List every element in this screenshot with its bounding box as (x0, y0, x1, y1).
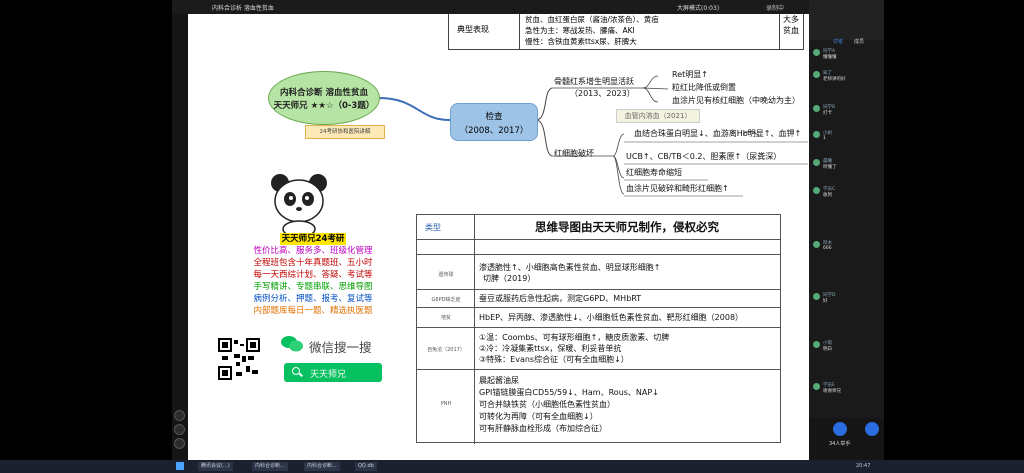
ad-line: 手写精讲、专题串联、思维导图 (253, 282, 373, 292)
tab-discussion[interactable]: 讨论 (833, 38, 843, 45)
row-category: 地贫 (440, 315, 451, 321)
topic-rating: 天天师兄 ★★☆（0-3题） (273, 101, 375, 111)
row-line: HbEP、异丙醇、渗透脆性↓、小细胞低色素性贫血、靶形红细胞（2008） (479, 313, 744, 322)
row-line: 切脾（2019） (483, 274, 536, 283)
ad-line: 全程班包含十年真题班、五小时 (253, 258, 373, 268)
wechat-icon (281, 336, 303, 352)
tab-members[interactable]: 成员 (854, 38, 864, 45)
taskbar-app[interactable]: 腾讯会议(...) (198, 462, 233, 471)
row-line: ①温：Coombs、可有球形细胞↑，糖皮质激素、切脾 (479, 333, 670, 342)
manifestation-line: 急性为主：寒战发热、腰痛、AKI (525, 26, 635, 35)
qr-code-icon (218, 338, 260, 380)
tool-icon[interactable] (174, 410, 185, 421)
wechat-search-text: 微信搜一搜 (309, 340, 372, 355)
row-line: ③特殊：Evans综合征（可有全血细胞↓） (479, 355, 629, 364)
row-line: 晨起酱油尿 (479, 376, 519, 385)
rbc-destroy-item: UCB↑、CB/TB＜0.2、胆素原↑（尿粪深） (626, 152, 782, 161)
record-label: 录制中 (766, 5, 785, 12)
ad-headline: 天天师兄24考研 (279, 233, 347, 245)
ad-line: 每一天西综计划、答疑、考试等 (253, 270, 373, 280)
type-table: 类型 思维导图由天天师兄制作，侵权必究 遗传球 渗透脆性↑、小细胞高色素性贫血、… (416, 214, 781, 444)
rbc-destroy-item: 红细胞寿命缩短 (626, 168, 682, 177)
mindmap-canvas: 典型表现 贫血、血红蛋白尿（酱油/浓茶色）、黄疸 急性为主：寒战发热、腰痛、AK… (188, 14, 809, 460)
player-title: 内科合诊析 溶血性贫血 (212, 5, 274, 12)
chat-send-button[interactable] (865, 422, 879, 436)
bone-marrow-item: 血涂片见有核红细胞（中晚幼为主） (672, 96, 800, 105)
manifestation-label: 典型表现 (457, 25, 489, 34)
row-line: 可转化为再障（可有全血细胞↓） (479, 412, 598, 421)
type-header-label: 类型 (425, 223, 441, 232)
row-category: PNH (440, 401, 452, 407)
chat-header (809, 0, 884, 40)
row-line: 可合并缺铁贫（小细胞低色素性贫血） (479, 400, 615, 409)
chat-footer: 34人举手 (809, 418, 884, 460)
ad-line: 性价比高、服务多、班级化管理 (253, 246, 373, 256)
row-line: 蚕豆或服药后急性起病，测定G6PD、MHbRT (479, 294, 642, 303)
caption-tag: 24考研协和医院讲解 (305, 125, 385, 139)
chat-panel: 讨论 成员 同学A 懂懂懂 知了 老师讲的好 同学B 打卡 小树 1 晨曦 听懂了 学员C… (809, 0, 884, 460)
bone-marrow-years: （2013、2023） (570, 89, 635, 98)
tool-icon[interactable] (174, 424, 185, 435)
row-line: 渗透脆性↑、小细胞高色素性贫血、明显球形细胞↑ (479, 263, 661, 272)
exam-node: 检查 （2008、2017） (450, 103, 538, 141)
ad-text-block: 天天师兄24考研 性价比高、服务多、班级化管理 全程班包含十年真题班、五小时 每… (223, 233, 403, 317)
row-category: 自免溶（2017） (427, 347, 465, 353)
bone-marrow-item: Ret明显↑ (672, 70, 708, 79)
player-side-toolbar (172, 0, 188, 460)
manifestation-line: 慢性：含铁血黄素ttsx尿、肝脾大 (525, 37, 637, 46)
row-line: GPI锚链膜蛋白CD55/59↓、Ham、Rous、NAP↓ (479, 388, 659, 397)
exam-node-label: 检查 (485, 112, 503, 122)
topic-title: 内科合诊断 溶血性贫血 (280, 88, 368, 98)
taskbar-app[interactable]: 内科合诊断... (304, 462, 340, 471)
row-line: 可有肝静脉血栓形成（布加综合征） (479, 424, 607, 433)
raised-hands-count: 34人举手 (829, 441, 851, 447)
taskbar-clock: 20:47 (856, 463, 871, 469)
player-title-bar: 内科合诊析 溶血性贫血 大屏模式(0:03) 录制中 (172, 0, 884, 14)
exam-node-years: （2008、2017） (459, 126, 529, 136)
taskbar: 腾讯会议(...) 内科合诊断... 内科合诊断... QQ.db 20:47 (0, 460, 1024, 473)
rbc-destroy-item: 血结合珠蛋白明显↓、血游离Hb明显↑、血钾↑ (634, 129, 802, 138)
manifestation-line: 贫血、血红蛋白尿（酱油/浓茶色）、黄疸 (525, 15, 659, 24)
taskbar-app[interactable]: QQ.db (355, 462, 377, 471)
ad-line: 内部题库每日一题、精选执医题 (253, 306, 373, 316)
tool-icon[interactable] (174, 438, 185, 449)
manifestation-right-text: 大多 贫血 (783, 15, 799, 35)
taskbar-app[interactable]: 内科合诊断... (252, 462, 288, 471)
row-line: ②冷：冷凝集素ttsx，保暖、利妥昔单抗 (479, 344, 622, 353)
raise-hand-button[interactable] (833, 422, 847, 436)
type-table-header: 类型 思维导图由天天师兄制作，侵权必究 (417, 215, 780, 240)
rbc-destroy-item: 血涂片见破碎和畸形红细胞↑ (626, 184, 729, 193)
ad-line: 病例分析、押题、报考、复试等 (253, 294, 373, 304)
rbc-destroy-label: 红细胞破坏 (554, 149, 594, 158)
player-mode-text: 大屏模式(0:03) (677, 5, 720, 12)
start-button[interactable] (176, 462, 184, 470)
bone-marrow-item: 粒红比降低或倒置 (672, 83, 736, 92)
panda-mascot-icon (271, 174, 327, 237)
row-category: G6PD缺乏症 (431, 297, 461, 303)
bone-marrow-label: 骨髓红系增生明显活跃 (554, 77, 634, 86)
wechat-account-name: 天天师兄 (310, 370, 347, 380)
copyright-watermark: 思维导图由天天师兄制作，侵权必究 (535, 220, 719, 234)
intravascular-tag: 血管内溶血（2021） (616, 109, 700, 123)
manifestation-table: 典型表现 贫血、血红蛋白尿（酱油/浓茶色）、黄疸 急性为主：寒战发热、腰痛、AK… (448, 14, 804, 50)
topic-title-bubble: 内科合诊断 溶血性贫血 天天师兄 ★★☆（0-3题） (268, 71, 380, 125)
wechat-search-box: 天天师兄 (284, 363, 382, 382)
row-category: 遗传球 (438, 272, 454, 278)
